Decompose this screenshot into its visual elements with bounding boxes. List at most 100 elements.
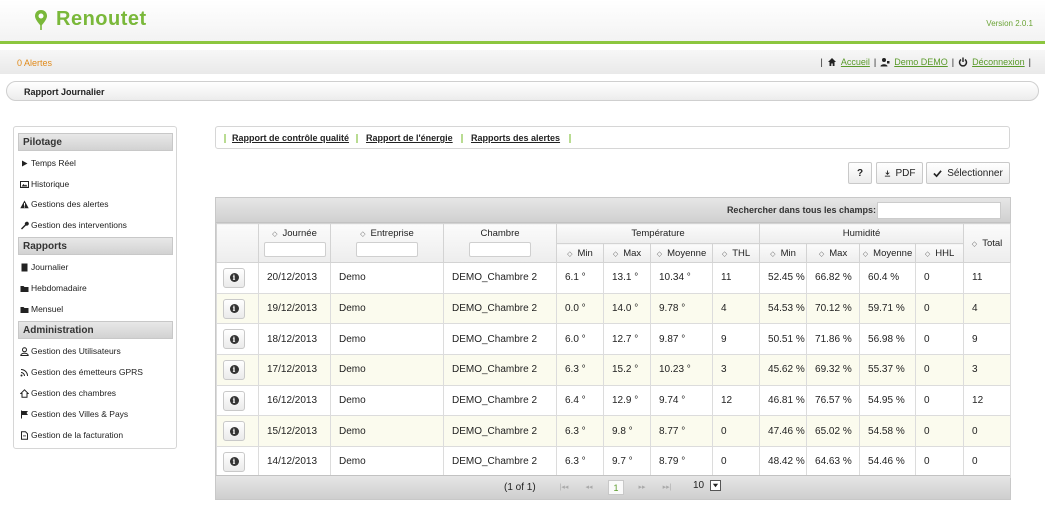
pdf-button[interactable]: PDF [876,162,923,184]
sidebar-item-interventions[interactable]: Gestion des interventions [20,220,127,230]
page-size-select[interactable]: 10 [693,480,722,491]
first-page-button[interactable]: |◂◂ [553,481,575,495]
cell-hhl: 0 [915,292,965,325]
wrench-icon [21,221,29,229]
header-company[interactable]: ◇ Entreprise [330,223,444,263]
row-info-button[interactable]: i [223,421,245,442]
room-filter-input[interactable] [469,242,531,257]
table-row[interactable]: i 18/12/2013 Demo DEMO_Chambre 2 6.0 ° 12.7 °… [216,323,1012,356]
header-hhl[interactable]: ◇ HHL [915,243,965,263]
cell-day: 20/12/2013 [258,262,331,294]
report-table: Rechercher dans tous les champs: ◇ Journé… [215,197,1012,500]
row-info-button[interactable]: i [223,451,245,472]
row-info-button[interactable]: i [223,359,245,380]
header-hum-max[interactable]: ◇ Max [806,243,861,263]
row-actions-cell: i [216,292,259,325]
user-link[interactable]: Demo DEMO [894,57,948,67]
header-day[interactable]: ◇ Journée [258,223,331,263]
header-total[interactable]: ◇ Total [963,223,1012,263]
header-hum-max-label: Max [829,247,848,259]
header-company-label: Entreprise [370,228,414,239]
nav-separator: | [1028,57,1031,67]
logout-link[interactable]: Déconnexion [972,57,1025,67]
header-temp-avg[interactable]: ◇ Moyenne [650,243,713,263]
sidebar-item-mensuel[interactable]: Mensuel [20,304,63,314]
header-temp-min[interactable]: ◇ Min [556,243,604,263]
sidebar-section-administration[interactable]: Administration [18,321,173,339]
cell-day: 16/12/2013 [258,384,331,417]
current-page-button[interactable]: 1 [608,480,624,495]
cell-tavg: 8.77 ° [650,415,713,448]
help-button[interactable]: ? [848,162,872,184]
cell-room: DEMO_Chambre 2 [443,292,557,325]
tab-alerts-report[interactable]: Rapports des alertes [471,133,560,143]
alerts-count[interactable]: 0 Alertes [17,58,52,68]
row-info-button[interactable]: i [223,390,245,411]
day-filter-input[interactable] [263,242,326,257]
app-logo[interactable]: Renoutet [34,8,147,31]
prev-page-button[interactable]: ◂◂ [578,481,600,495]
header-temp-max[interactable]: ◇ Max [603,243,651,263]
last-page-button[interactable]: ▸▸| [656,481,678,495]
cell-hhl: 0 [915,262,965,294]
sidebar-item-label: Journalier [31,262,69,272]
company-filter-input[interactable] [356,242,418,257]
pagination: (1 of 1) |◂◂ ◂◂ 1 ▸▸ ▸▸| 10 [216,475,1010,499]
table-row[interactable]: i 17/12/2013 Demo DEMO_Chambre 2 6.3 ° 15.2 °… [216,354,1012,386]
sort-icon: ◇ [770,250,776,258]
sidebar-item-utilisateurs[interactable]: Gestion des Utilisateurs [20,346,121,356]
select-button-label: Sélectionner [947,167,1003,179]
next-page-button[interactable]: ▸▸ [631,481,653,495]
user-icon [880,58,890,67]
cell-room: DEMO_Chambre 2 [443,262,557,294]
home-icon [827,58,836,66]
header-thl[interactable]: ◇ THL [711,243,761,263]
table-body: i 20/12/2013 Demo DEMO_Chambre 2 6.1 ° 13.1 °… [216,262,1012,478]
table-row[interactable]: i 19/12/2013 Demo DEMO_Chambre 2 0.0 ° 14.0 °… [216,292,1012,325]
sidebar-item-journalier[interactable]: Journalier [20,262,68,272]
sidebar-item-label: Temps Réel [31,158,76,168]
play-icon [22,160,28,166]
select-button[interactable]: Sélectionner [926,162,1010,184]
cell-total: 4 [963,292,1012,325]
row-info-button[interactable]: i [223,298,245,319]
bill-icon [21,430,28,440]
sidebar-item-emetteurs[interactable]: Gestion des émetteurs GPRS [20,367,143,377]
header-hum-min[interactable]: ◇ Min [759,243,808,263]
cell-thl: 3 [711,354,761,386]
header-room[interactable]: Chambre [443,223,557,263]
sidebar-item-historique[interactable]: Historique [20,179,69,189]
sidebar-item-alertes[interactable]: Gestions des alertes [20,199,108,209]
cell-hmax: 64.63 % [806,446,861,478]
sidebar-item-hebdomadaire[interactable]: Hebdomadaire [20,283,87,293]
home-link[interactable]: Accueil [841,57,870,67]
table-row[interactable]: i 20/12/2013 Demo DEMO_Chambre 2 6.1 ° 13.1 °… [216,262,1012,294]
search-input[interactable] [877,202,1001,219]
cell-total: 0 [963,415,1012,448]
tab-energy-report[interactable]: Rapport de l'énergie [366,133,453,143]
sidebar-item-chambres[interactable]: Gestion des chambres [20,388,116,398]
cell-havg: 59.71 % [859,292,917,325]
cell-room: DEMO_Chambre 2 [443,384,557,417]
sidebar-item-temps-reel[interactable]: Temps Réel [20,158,76,168]
info-icon: i [229,273,239,283]
header-hum-avg[interactable]: ◇ Moyenne [859,243,917,263]
sidebar-section-pilotage[interactable]: Pilotage [18,133,173,151]
tab-quality-report[interactable]: Rapport de contrôle qualité [232,133,349,143]
row-info-button[interactable]: i [223,267,245,288]
table-row[interactable]: i 15/12/2013 Demo DEMO_Chambre 2 6.3 ° 9.8 ° 8… [216,415,1012,448]
header-thl-label: THL [732,247,751,259]
row-actions-cell: i [216,384,259,417]
cell-tavg: 10.23 ° [650,354,713,386]
table-row[interactable]: i 14/12/2013 Demo DEMO_Chambre 2 6.3 ° 9.7 ° 8… [216,446,1012,478]
row-info-button[interactable]: i [223,329,245,350]
power-icon [958,57,968,67]
sidebar-item-villes-pays[interactable]: Gestion des Villes & Pays [20,409,128,419]
table-row[interactable]: i 16/12/2013 Demo DEMO_Chambre 2 6.4 ° 12.9 °… [216,384,1012,417]
sidebar-section-rapports[interactable]: Rapports [18,237,173,255]
cell-total: 9 [963,323,1012,356]
cell-havg: 54.58 % [859,415,917,448]
sidebar-item-facturation[interactable]: Gestion de la facturation [20,430,123,440]
header-temp-max-label: Max [623,247,642,259]
app-version: Version 2.0.1 [986,19,1033,28]
